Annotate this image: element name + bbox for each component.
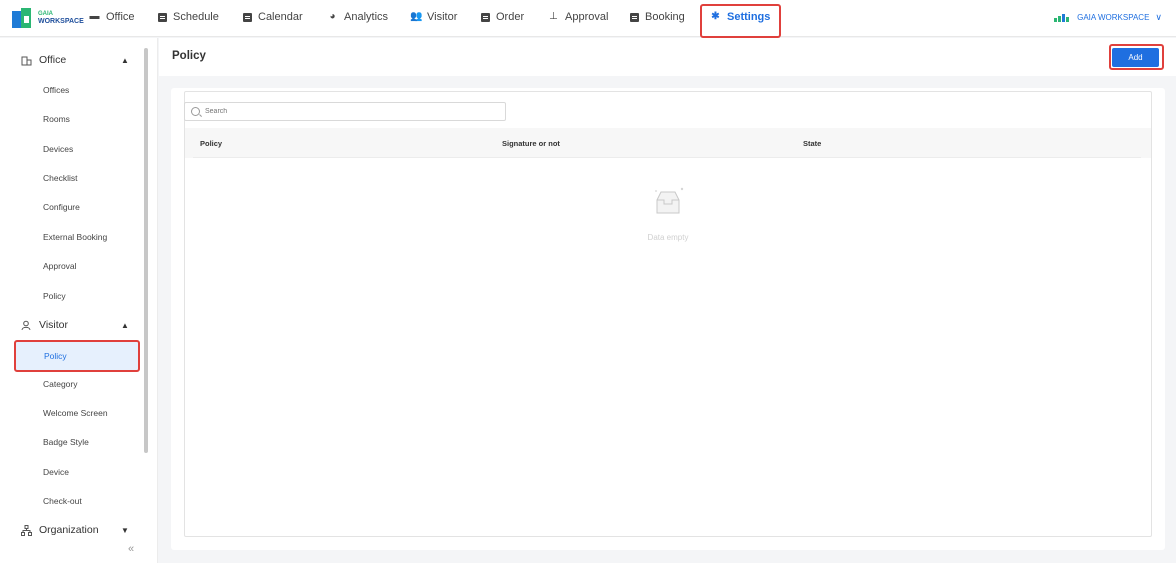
nav-approval[interactable]: ⊥ Approval (548, 11, 608, 23)
sidebar-item-device[interactable]: Device (43, 467, 69, 477)
empty-tray-icon (655, 187, 684, 214)
logo-icon (12, 8, 34, 28)
settings-highlight-box (700, 4, 781, 38)
sidebar-group-office[interactable]: Office ▲ (0, 46, 150, 74)
brand-logo[interactable]: GAIA WORKSPACE (12, 8, 84, 28)
workspace-name: GAIA WORKSPACE (1077, 13, 1150, 22)
page-header: Policy Add (159, 38, 1176, 76)
chevron-down-icon: ▼ (121, 525, 129, 535)
sidebar-item-offices[interactable]: Offices (43, 85, 69, 95)
sidebar-item-visitor-policy[interactable]: Policy (14, 340, 140, 372)
brand-line1: GAIA (38, 11, 53, 17)
workspace-switcher[interactable]: GAIA WORKSPACE ∨ (1054, 12, 1162, 23)
brand-line2: WORKSPACE (38, 18, 84, 25)
visitor-icon (21, 320, 31, 330)
chevron-up-icon: ▲ (121, 320, 129, 330)
sidebar-group-visitor[interactable]: Visitor ▲ (0, 311, 150, 339)
pie-chart-icon: ◕ (329, 11, 336, 22)
table-header: Policy Signature or not State (185, 128, 1151, 158)
nav-order[interactable]: Order (481, 11, 524, 23)
building-icon (21, 56, 32, 65)
stamp-icon: ⊥ (549, 11, 558, 22)
sidebar-item-check-out[interactable]: Check-out (43, 496, 82, 506)
nav-calendar[interactable]: Calendar (243, 11, 303, 23)
sidebar-item-rooms[interactable]: Rooms (43, 114, 70, 124)
sidebar-item-checklist[interactable]: Checklist (43, 173, 77, 183)
column-header-state: State (803, 139, 822, 148)
search-box[interactable] (184, 102, 506, 121)
calendar-icon (158, 12, 167, 22)
chevron-up-icon: ▲ (121, 55, 129, 65)
briefcase-icon: ▬ (89, 11, 100, 22)
column-header-policy: Policy (200, 139, 223, 148)
top-navigation: GAIA WORKSPACE ▬ Office Schedule Calendar… (0, 0, 1176, 38)
empty-state: Data empty (638, 186, 698, 242)
booking-icon (630, 12, 639, 22)
nav-visitor[interactable]: 👥 Visitor (410, 11, 457, 23)
people-icon: 👥 (410, 11, 423, 22)
sidebar-item-welcome-screen[interactable]: Welcome Screen (43, 408, 108, 418)
nav-office[interactable]: ▬ Office (89, 11, 135, 23)
sidebar: Office ▲ Offices Rooms Devices Checklist… (0, 38, 158, 563)
org-chart-icon (21, 524, 32, 536)
column-header-signature: Signature or not (502, 139, 560, 148)
workspace-logo-icon (1054, 13, 1072, 22)
sidebar-item-category[interactable]: Category (43, 379, 78, 389)
search-input[interactable] (205, 108, 495, 115)
page-title: Policy (172, 50, 206, 62)
clipboard-icon (481, 12, 490, 22)
sidebar-group-organization[interactable]: Organization ▼ (0, 516, 150, 544)
sidebar-item-office-policy[interactable]: Policy (43, 291, 66, 301)
header-divider (193, 157, 1141, 158)
collapse-sidebar-icon[interactable]: « (128, 543, 134, 555)
sidebar-item-devices[interactable]: Devices (43, 144, 73, 154)
nav-booking[interactable]: Booking (630, 11, 685, 23)
sidebar-item-approval[interactable]: Approval (43, 261, 77, 271)
calendar-icon (243, 12, 252, 22)
sidebar-item-external-booking[interactable]: External Booking (43, 232, 107, 242)
sidebar-item-configure[interactable]: Configure (43, 202, 80, 212)
add-highlight-box (1109, 44, 1164, 70)
nav-schedule[interactable]: Schedule (158, 11, 219, 23)
search-icon (191, 107, 200, 116)
chevron-down-icon: ∨ (1155, 12, 1162, 22)
sidebar-scrollbar[interactable] (144, 48, 148, 453)
nav-analytics[interactable]: ◕ Analytics (327, 11, 388, 23)
empty-text: Data empty (647, 233, 689, 242)
sidebar-item-badge-style[interactable]: Badge Style (43, 437, 89, 447)
